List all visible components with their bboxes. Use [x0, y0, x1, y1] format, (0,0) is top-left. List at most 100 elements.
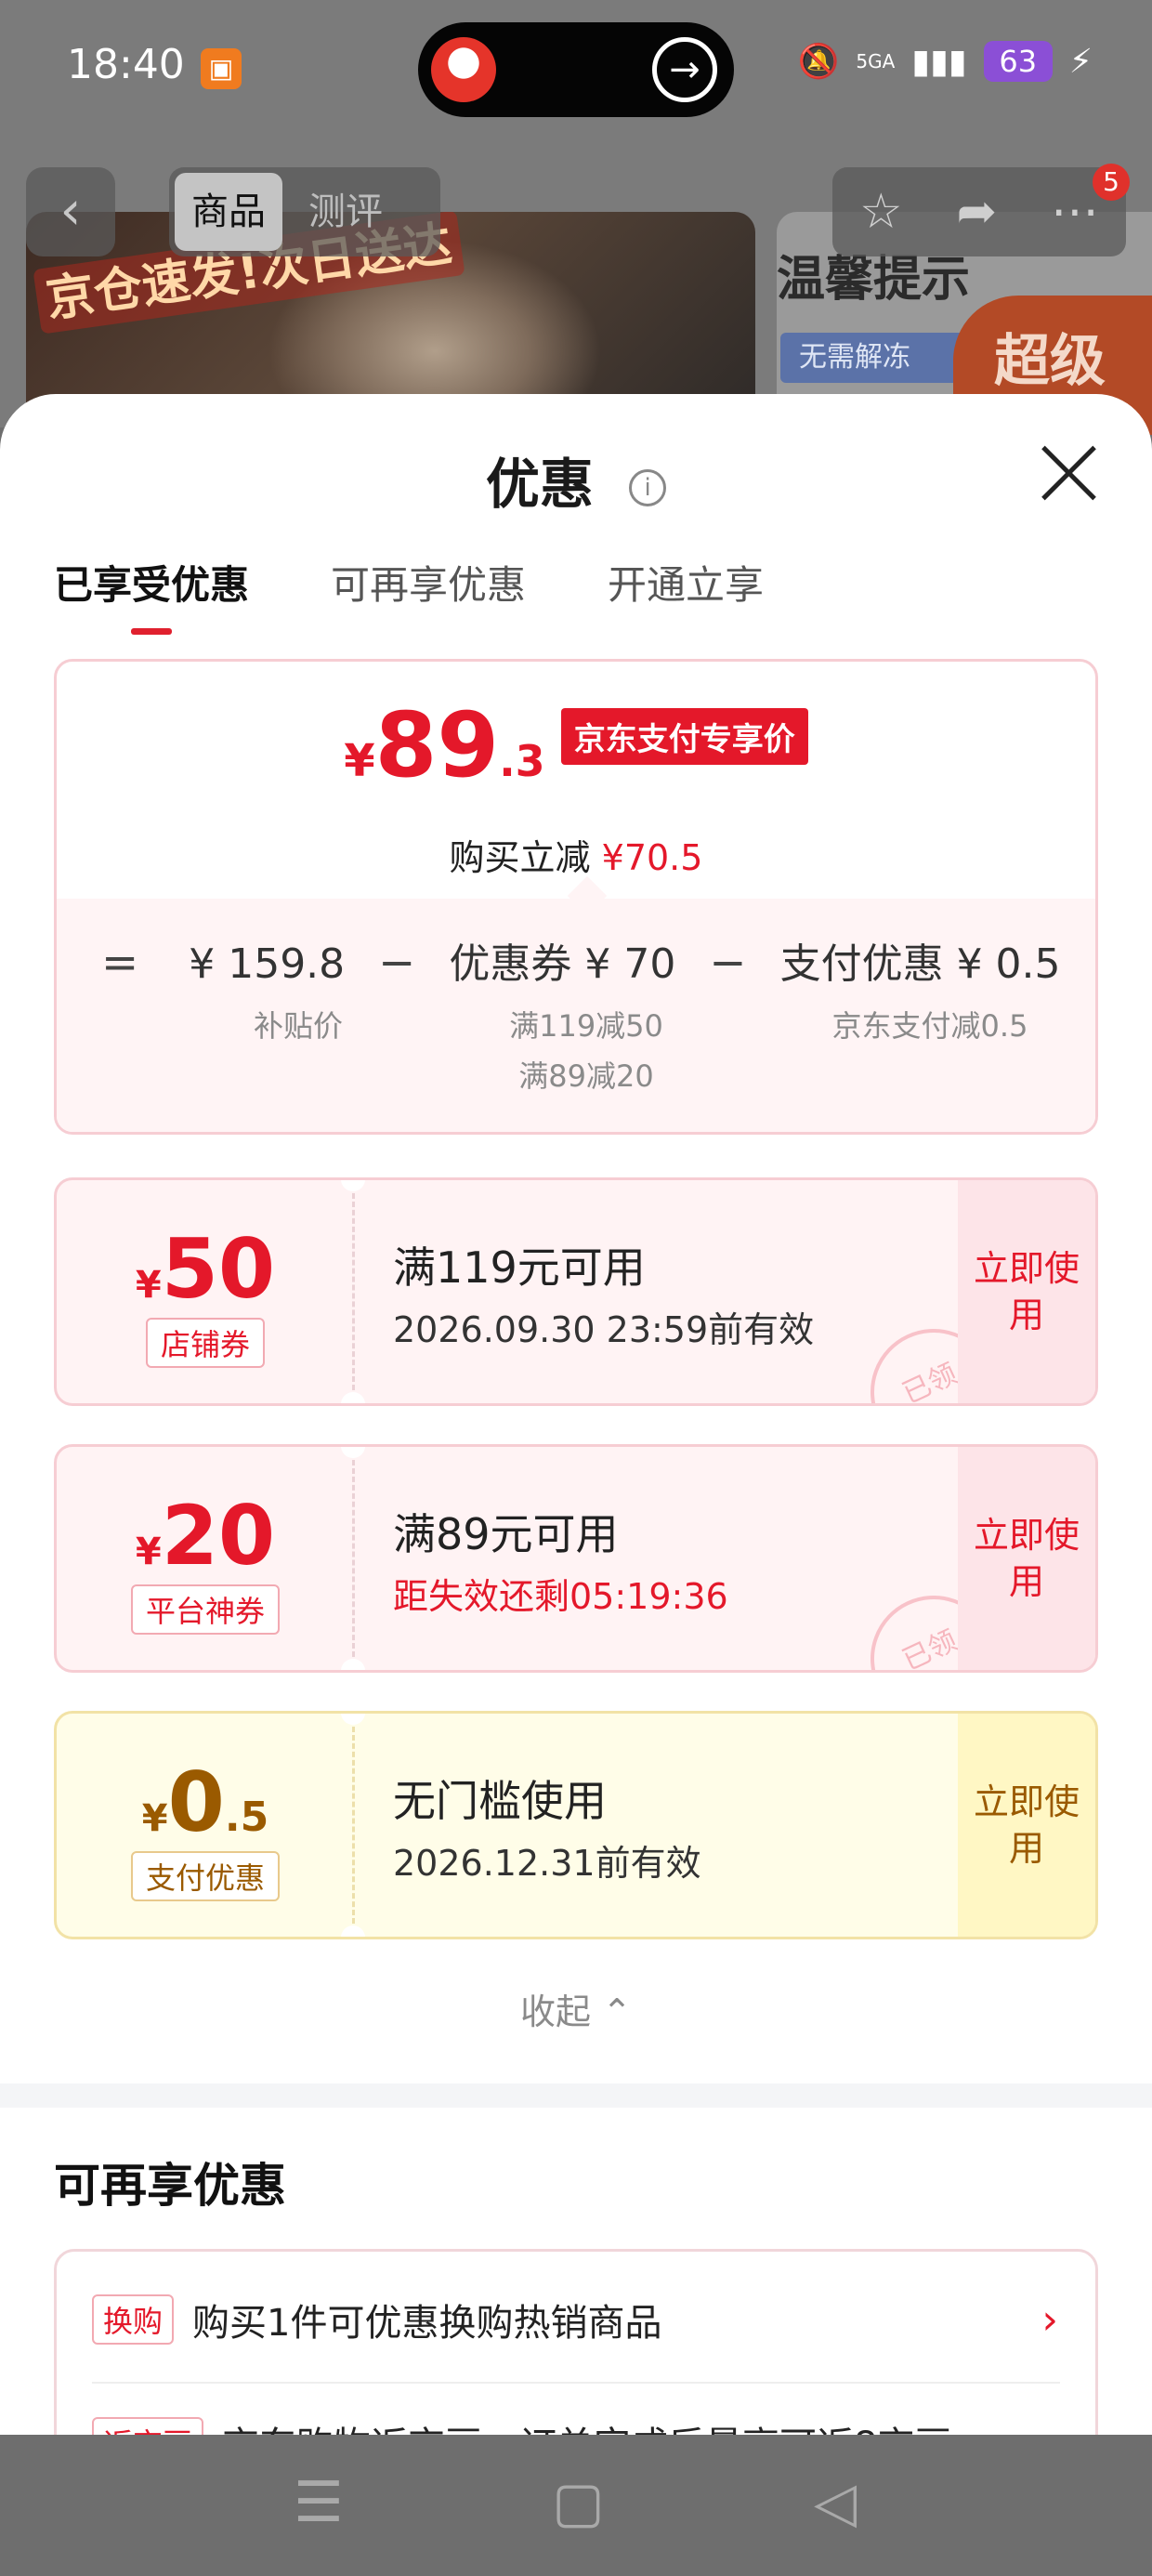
battery-level: 63: [983, 41, 1053, 82]
price-summary-card: ¥89.3 京东支付专享价 购买立减 ¥70.5 = ¥ 159.8 − 优惠券…: [54, 659, 1098, 1135]
reduce-line: 购买立减 ¥70.5: [57, 829, 1095, 880]
tab-activate[interactable]: 开通立享: [608, 554, 764, 627]
home-icon[interactable]: ▢: [552, 2470, 605, 2535]
price-breakdown: = ¥ 159.8 − 优惠券 ¥ 70 − 支付优惠 ¥ 0.5 补贴价 满1…: [57, 899, 1095, 1132]
coupon-rules: 满119减50 满89减20: [447, 1001, 726, 1101]
coupon-validity: 2026.09.30 23:59前有效: [393, 1309, 815, 1350]
notch: [341, 1392, 365, 1403]
minus-sign: −: [709, 937, 747, 989]
currency-symbol: ¥: [141, 1797, 168, 1840]
collapse-label: 收起: [520, 1991, 592, 2032]
offer-text: 京东购物返京豆，订单完成后最高可返8京豆: [222, 2415, 951, 2435]
back-icon[interactable]: ‹: [26, 167, 115, 256]
notch: [341, 1659, 365, 1670]
product-tabs: 商品 测评: [169, 167, 440, 256]
sheet-title: 优惠 i: [0, 440, 1152, 519]
sheet-title-text: 优惠: [485, 453, 594, 516]
jd-mascot-icon: [431, 37, 496, 102]
tab-product[interactable]: 商品: [175, 173, 282, 251]
final-price-dec: .3: [499, 736, 545, 786]
coupon-card[interactable]: ¥20 平台神券 满89元可用 距失效还剩05:19:36 已领 立即使用: [54, 1444, 1098, 1673]
pay-discount: 支付优惠 ¥ 0.5: [779, 940, 1061, 988]
reduce-label: 购买立减: [449, 837, 591, 878]
close-icon[interactable]: [1039, 442, 1098, 502]
exit-icon[interactable]: →: [652, 37, 717, 102]
coupon-type: 支付优惠: [130, 1851, 281, 1901]
mute-bell-icon: 🔕: [797, 43, 840, 81]
app-notification-icon: ▣: [201, 48, 242, 89]
coupon-condition: 无门槛使用: [393, 1776, 607, 1826]
currency-symbol: ¥: [135, 1264, 162, 1307]
more-icon[interactable]: ⋯: [1051, 184, 1099, 240]
coupon-amount-value: 0: [167, 1755, 225, 1850]
dynamic-island[interactable]: →: [418, 22, 734, 117]
coupon-type: 平台神券: [130, 1584, 281, 1635]
star-icon[interactable]: ☆: [859, 184, 903, 240]
coupon-rule: 满89减20: [518, 1058, 654, 1094]
minus-sign: −: [378, 937, 416, 989]
divider: [92, 2382, 1060, 2384]
use-now-button[interactable]: 立即使用: [958, 1714, 1095, 1937]
status-icons: 🔕 5GA ▮▮▮ 63 ⚡: [798, 41, 1093, 82]
final-price: ¥89.3 京东支付专享价: [57, 693, 1095, 797]
equals-sign: =: [101, 937, 139, 989]
discount-tabs: 已享受优惠 可再享优惠 开通立享: [54, 554, 764, 635]
collapse-button[interactable]: 收起 ⌃: [0, 1983, 1152, 2034]
coupon-amount: ¥50: [57, 1221, 354, 1317]
more-offers-card: 换购 购买1件可优惠换购热销商品 › 返京豆 京东购物返京豆，订单完成后最高可返…: [54, 2249, 1098, 2435]
offer-row[interactable]: 返京豆 京东购物返京豆，订单完成后最高可返8京豆: [92, 2415, 951, 2435]
use-now-button[interactable]: 立即使用: [958, 1180, 1095, 1403]
coupon-condition: 满89元可用: [393, 1509, 619, 1559]
tab-more-available[interactable]: 可再享优惠: [331, 554, 526, 627]
jd-pay-tag: 京东支付专享价: [560, 708, 808, 765]
offer-text: 购买1件可优惠换购热销商品: [192, 2302, 662, 2345]
info-icon[interactable]: i: [629, 468, 667, 506]
coupon-rule: 满119减50: [509, 1008, 663, 1044]
section-title: 可再享优惠: [54, 2159, 286, 2213]
coupon-amount-dec: .5: [224, 1794, 269, 1841]
offer-tag: 换购: [92, 2294, 175, 2345]
divider: [352, 1193, 355, 1390]
divider: [352, 1460, 355, 1657]
status-time: 18:40: [67, 41, 185, 88]
coupon-amount-value: 20: [161, 1488, 276, 1584]
pay-rule: 京东支付减0.5: [831, 1008, 1028, 1044]
tab-enjoyed[interactable]: 已享受优惠: [54, 554, 249, 635]
divider: [352, 1727, 355, 1924]
chevron-up-icon: ⌃: [602, 1991, 632, 2032]
signal-icon: ▮▮▮: [911, 42, 967, 81]
discount-sheet: 优惠 i 已享受优惠 可再享优惠 开通立享 ¥89.3 京东支付专享价 购买立减…: [0, 394, 1152, 2435]
base-price-label: 补贴价: [253, 1008, 343, 1044]
final-price-int: 89: [374, 693, 500, 797]
system-nav-bar: ☰ ▢ ◁: [0, 2435, 1152, 2576]
coupon-countdown: 距失效还剩05:19:36: [393, 1576, 728, 1617]
coupon-condition: 满119元可用: [393, 1242, 646, 1293]
coupon-total: 优惠券 ¥ 70: [449, 940, 676, 988]
status-bar: 18:40 ▣ → 🔕 5GA ▮▮▮ 63 ⚡: [0, 0, 1152, 139]
coupon-validity: 2026.12.31前有效: [393, 1843, 701, 1884]
coupon-card[interactable]: ¥50 店铺券 满119元可用 2026.09.30 23:59前有效 已领 立…: [54, 1177, 1098, 1406]
section-divider: [0, 2083, 1152, 2108]
offer-tag: 返京豆: [92, 2417, 204, 2435]
menu-icon[interactable]: ☰: [294, 2470, 344, 2535]
offer-row[interactable]: 换购 购买1件可优惠换购热销商品 ›: [92, 2293, 1058, 2346]
currency-symbol: ¥: [135, 1531, 162, 1573]
chevron-right-icon: ›: [1041, 2295, 1058, 2344]
use-now-button[interactable]: 立即使用: [958, 1447, 1095, 1670]
charging-icon: ⚡: [1068, 42, 1093, 81]
reduce-value: ¥70.5: [601, 837, 703, 878]
header-actions: ☆ ➦ ⋯: [832, 167, 1126, 256]
notification-badge: 5: [1093, 164, 1130, 201]
coupon-amount: ¥20: [57, 1488, 354, 1584]
notch: [341, 1925, 365, 1937]
coupon-amount: ¥0.5: [57, 1755, 354, 1850]
share-icon[interactable]: ➦: [957, 184, 998, 240]
coupon-type: 店铺券: [145, 1318, 266, 1368]
network-label: 5GA: [856, 50, 896, 72]
coupon-amount-value: 50: [161, 1221, 276, 1317]
currency-symbol: ¥: [344, 735, 375, 787]
base-price: ¥ 159.8: [189, 940, 346, 988]
back-icon[interactable]: ◁: [814, 2470, 857, 2535]
tab-review[interactable]: 测评: [292, 173, 399, 251]
coupon-card[interactable]: ¥0.5 支付优惠 无门槛使用 2026.12.31前有效 立即使用: [54, 1711, 1098, 1939]
